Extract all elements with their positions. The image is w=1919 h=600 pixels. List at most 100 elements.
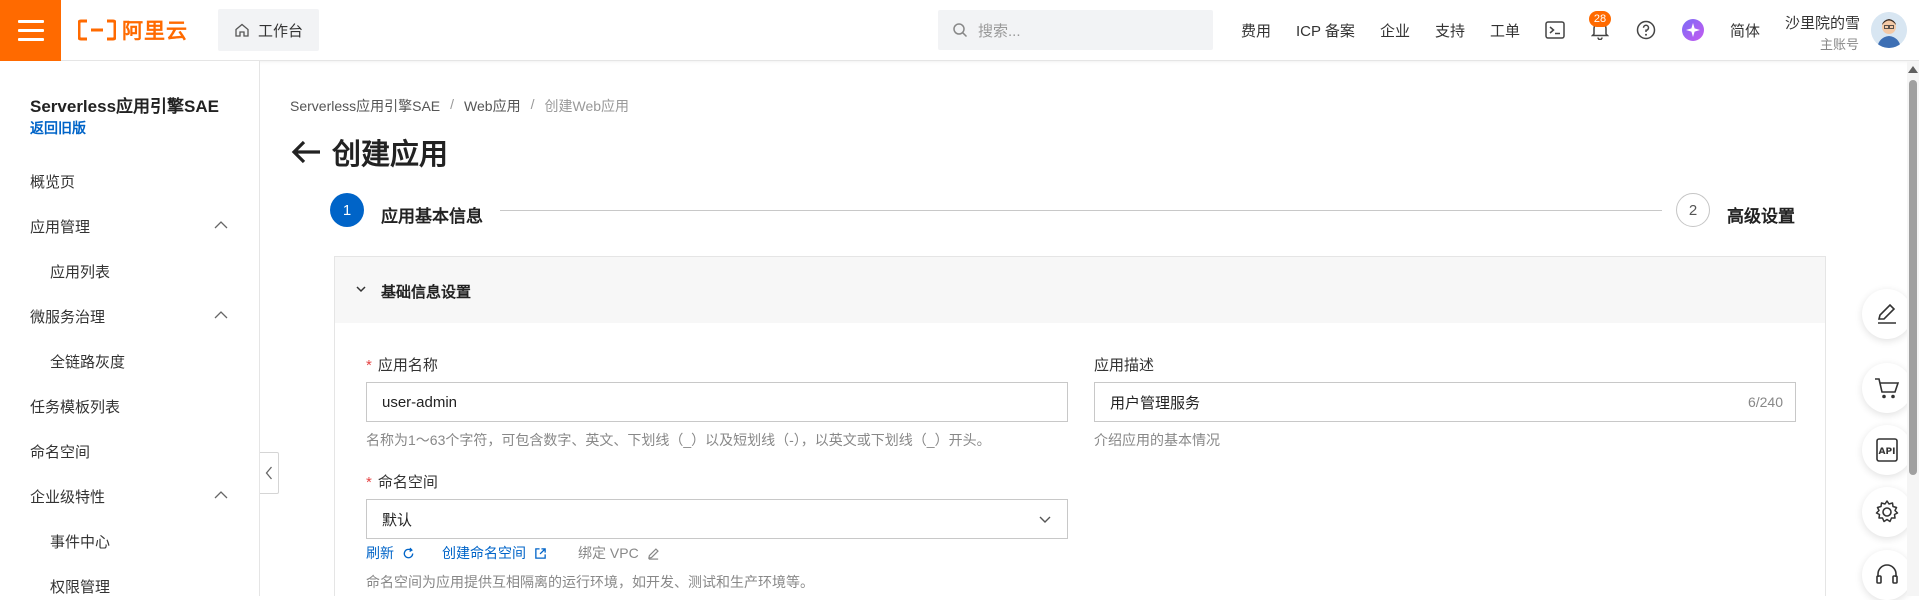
edit-icon: [647, 547, 659, 560]
sidebar-item-permission-management[interactable]: 权限管理: [50, 576, 110, 597]
required-mark: *: [366, 474, 372, 491]
refresh-link[interactable]: 刷新: [366, 543, 415, 563]
sidebar-item-app-management[interactable]: 应用管理: [30, 216, 90, 237]
sidebar-collapse-handle[interactable]: [260, 452, 279, 494]
create-namespace-label: 创建命名空间: [442, 545, 526, 561]
refresh-icon: [403, 547, 414, 558]
api-button[interactable]: API: [1862, 425, 1912, 475]
nav-icp[interactable]: ICP 备案: [1296, 20, 1355, 41]
sidebar-item-job-templates[interactable]: 任务模板列表: [30, 396, 120, 417]
search-placeholder: 搜索...: [978, 22, 1021, 40]
home-icon: [235, 23, 249, 37]
app-name-label: * 应用名称: [366, 354, 438, 375]
external-link-icon: [535, 547, 546, 559]
step-connector: [500, 210, 1662, 211]
app-name-value: user-admin: [382, 393, 458, 411]
refresh-label: 刷新: [366, 545, 394, 561]
chevron-up-icon[interactable]: [213, 487, 229, 503]
product-title: Serverless应用引擎SAE: [30, 97, 219, 116]
edit-icon: [1877, 303, 1896, 324]
scroll-up-arrow-icon[interactable]: [1908, 66, 1918, 73]
namespace-label-text: 命名空间: [377, 474, 438, 491]
basic-info-panel: 基础信息设置: [334, 256, 1826, 596]
chevron-down-icon: [356, 286, 366, 293]
breadcrumb-separator: /: [530, 96, 535, 112]
cart-icon: [1875, 378, 1900, 399]
workbench-label: 工作台: [257, 22, 303, 40]
breadcrumb-item-create-web-app: 创建Web应用: [544, 98, 630, 114]
sidebar-item-overview[interactable]: 概览页: [30, 171, 75, 192]
sidebar-item-microservice-governance[interactable]: 微服务治理: [30, 306, 105, 327]
app-name-hint: 名称为1～63个字符，可包含数字、英文、下划线（_）以及短划线（-），以英文或下…: [366, 432, 991, 448]
settings-button[interactable]: [1862, 487, 1912, 537]
sidebar-item-enterprise-features[interactable]: 企业级特性: [30, 486, 105, 507]
gear-icon: [1875, 500, 1899, 523]
chevron-up-icon[interactable]: [213, 307, 229, 323]
breadcrumb-item-sae[interactable]: Serverless应用引擎SAE: [290, 96, 440, 116]
basic-info-panel-header[interactable]: 基础信息设置: [335, 257, 1825, 323]
search-input[interactable]: 搜索...: [938, 10, 1213, 50]
arrow-left-icon[interactable]: [290, 138, 322, 166]
namespace-select[interactable]: 默认: [366, 499, 1068, 539]
step-1-label: 应用基本信息: [381, 207, 483, 226]
user-name[interactable]: 沙里院的雪: [1785, 12, 1860, 33]
step-2-label: 高级设置: [1727, 207, 1795, 226]
sidebar-item-namespace[interactable]: 命名空间: [30, 441, 90, 462]
cart-button[interactable]: [1862, 363, 1912, 413]
nav-ticket[interactable]: 工单: [1490, 20, 1520, 41]
user-role: 主账号: [1820, 37, 1860, 52]
bind-vpc-label: 绑定 VPC: [578, 545, 639, 561]
workbench-button[interactable]: 工作台: [218, 9, 319, 51]
nav-support[interactable]: 支持: [1435, 20, 1465, 41]
chevron-left-icon: [265, 466, 272, 480]
app-desc-counter: 6/240: [1747, 394, 1783, 410]
sidebar-item-event-center[interactable]: 事件中心: [50, 531, 110, 552]
nav-billing[interactable]: 费用: [1241, 20, 1271, 41]
app-desc-label: 应用描述: [1094, 357, 1155, 374]
svg-text:API: API: [1879, 447, 1896, 457]
back-to-old-version-link[interactable]: 返回旧版: [30, 118, 86, 138]
api-icon: API: [1876, 438, 1898, 462]
chevron-down-icon: [1039, 516, 1051, 523]
notification-badge: 28: [1589, 11, 1611, 27]
page-title: 创建应用: [290, 131, 448, 173]
brand-name: 阿里云: [122, 20, 188, 43]
namespace-label: * 命名空间: [366, 471, 438, 492]
bind-vpc-link[interactable]: 绑定 VPC: [578, 543, 660, 563]
app-desc-field[interactable]: 用户管理服务 6/240: [1094, 382, 1796, 422]
create-namespace-link[interactable]: 创建命名空间: [442, 543, 547, 563]
breadcrumb-separator: /: [450, 96, 455, 112]
top-bar: 阿里云 工作台 搜索... 费用 ICP 备案 企业 支持 工单 28 简体 沙…: [0, 0, 1919, 61]
chevron-up-icon[interactable]: [213, 217, 229, 233]
headset-icon: [1876, 564, 1898, 584]
nav-enterprise[interactable]: 企业: [1380, 20, 1410, 41]
scrollbar-thumb[interactable]: [1909, 80, 1917, 475]
feedback-button[interactable]: [1862, 289, 1912, 339]
customer-service-button[interactable]: [1862, 550, 1912, 600]
search-icon: [953, 23, 968, 38]
required-mark: *: [366, 357, 372, 374]
language-switch[interactable]: 简体: [1730, 20, 1760, 41]
namespace-hint: 命名空间为应用提供互相隔离的运行环境，如开发、测试和生产环境等。: [366, 574, 814, 590]
page-title-text: 创建应用: [332, 139, 449, 171]
breadcrumb-item-web-app[interactable]: Web应用: [464, 96, 521, 116]
sidebar: Serverless应用引擎SAE 返回旧版 概览页 应用管理 应用列表 微服务…: [0, 61, 260, 596]
app-desc-value: 用户管理服务: [1110, 394, 1201, 412]
section-title: 基础信息设置: [381, 284, 472, 301]
sidebar-item-full-link-gray[interactable]: 全链路灰度: [50, 351, 125, 372]
terminal-icon[interactable]: [1543, 18, 1567, 42]
aliyun-logo[interactable]: 阿里云: [78, 16, 188, 44]
namespace-value: 默认: [382, 511, 413, 529]
aliyun-logo-icon: [78, 19, 116, 41]
app-desc-hint: 介绍应用的基本情况: [1094, 432, 1220, 448]
ai-assistant-icon[interactable]: [1681, 18, 1705, 42]
help-icon[interactable]: [1634, 18, 1658, 42]
hamburger-menu-icon[interactable]: [0, 0, 61, 61]
app-name-label-text: 应用名称: [377, 357, 438, 374]
step-2-indicator: 2: [1676, 193, 1710, 227]
app-name-field[interactable]: user-admin: [366, 382, 1068, 422]
step-1-indicator: 1: [330, 193, 364, 227]
breadcrumb: Serverless应用引擎SAE / Web应用 / 创建Web应用: [290, 96, 629, 116]
avatar[interactable]: [1871, 12, 1907, 48]
sidebar-item-app-list[interactable]: 应用列表: [50, 261, 110, 282]
